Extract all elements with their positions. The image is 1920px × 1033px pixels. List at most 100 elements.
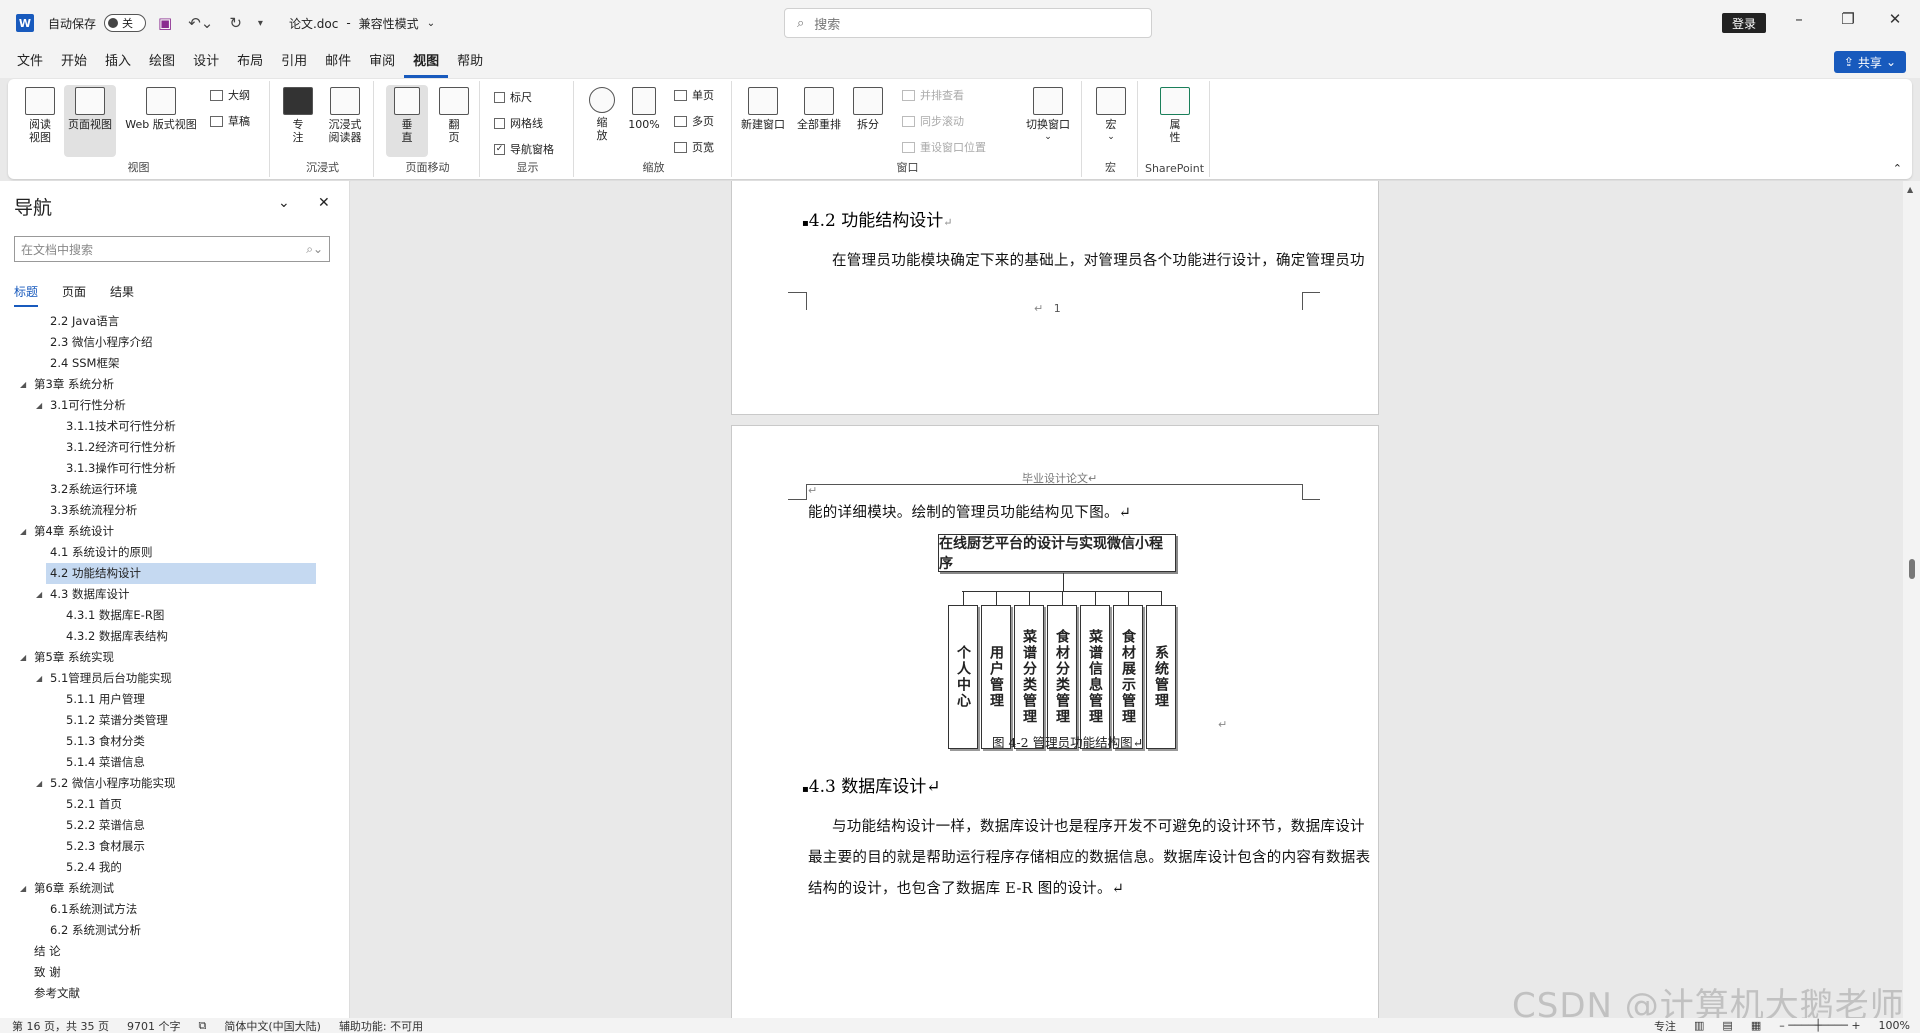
redo-icon[interactable]: ↻ [225,14,246,32]
split-button[interactable]: 拆分 [848,87,888,131]
vertical-button[interactable]: 垂 直 [386,85,428,157]
menu-home[interactable]: 开始 [52,46,96,78]
outline-item[interactable]: 6.2 系统测试分析 [10,920,330,941]
print-layout-status-icon[interactable]: ▤ [1722,1019,1732,1032]
new-window-button[interactable]: 新建窗口 [736,87,790,131]
close-icon[interactable]: ✕ [1880,10,1910,28]
outline-item[interactable]: ◢ 第4章 系统设计 [10,521,330,542]
menu-review[interactable]: 审阅 [360,46,404,78]
outline-item[interactable]: 5.2.3 食材展示 [10,836,330,857]
outline-item[interactable]: 3.3系统流程分析 [10,500,330,521]
outline-item[interactable]: ◢ 5.1管理员后台功能实现 [10,668,330,689]
switch-window-button[interactable]: 切换窗口 ⌄ [1020,87,1076,144]
zoom-100-button[interactable]: 100% [624,87,664,131]
arrange-all-button[interactable]: 全部重排 [792,87,846,131]
outline-item[interactable]: 4.2 功能结构设计 [46,563,316,584]
reset-position-button[interactable]: 重设窗口位置 [902,139,986,155]
zoom-button[interactable]: 缩 放 [584,87,620,142]
accessibility-status[interactable]: 辅助功能: 不可用 [339,1018,423,1033]
draft-button[interactable]: 草稿 [210,113,250,129]
language[interactable]: 简体中文(中国大陆) [224,1018,321,1033]
outline-item[interactable]: 5.2.4 我的 [10,857,330,878]
chevron-down-icon[interactable]: ⌄ [278,195,290,211]
outline-item[interactable]: 5.2.1 首页 [10,794,330,815]
read-mode-status-icon[interactable]: ▥ [1694,1019,1704,1032]
outline-button[interactable]: 大纲 [210,87,250,103]
menu-mailings[interactable]: 邮件 [316,46,360,78]
multi-page-button[interactable]: 多页 [674,113,714,129]
outline-item[interactable]: 4.1 系统设计的原则 [10,542,330,563]
tab-headings[interactable]: 标题 [14,283,39,307]
outline-item[interactable]: 6.1系统测试方法 [10,899,330,920]
outline-item[interactable]: 5.1.3 食材分类 [10,731,330,752]
minimize-icon[interactable]: – [1784,10,1814,28]
menu-draw[interactable]: 绘图 [140,46,184,78]
word-count[interactable]: 9701 个字 [127,1018,181,1033]
close-icon[interactable]: ✕ [318,195,330,211]
scroll-thumb[interactable] [1909,559,1915,579]
side-by-side-button[interactable]: 并排查看 [902,87,964,103]
outline-item[interactable]: 4.3.1 数据库E-R图 [10,605,330,626]
expand-arrow-icon[interactable]: ◢ [20,647,26,668]
expand-arrow-icon[interactable]: ◢ [36,584,42,605]
menu-design[interactable]: 设计 [184,46,228,78]
menu-references[interactable]: 引用 [272,46,316,78]
compat-mode[interactable]: 兼容性模式 [359,15,419,32]
outline-item[interactable]: 2.2 Java语言 [10,311,330,332]
outline-item[interactable]: 参考文献 [10,983,330,1004]
restore-icon[interactable]: ❐ [1833,10,1863,28]
web-layout-button[interactable]: Web 版式视图 [120,87,202,131]
menu-file[interactable]: 文件 [8,46,52,78]
side-to-side-button[interactable]: 翻 页 [434,87,474,144]
outline-item[interactable]: 2.3 微信小程序介绍 [10,332,330,353]
scroll-up-icon[interactable]: ▲ [1907,185,1913,194]
outline-item[interactable]: 4.3.2 数据库表结构 [10,626,330,647]
outline-item[interactable]: ◢ 4.3 数据库设计 [10,584,330,605]
web-layout-status-icon[interactable]: ▦ [1751,1019,1761,1032]
tab-pages[interactable]: 页面 [62,283,86,307]
expand-arrow-icon[interactable]: ◢ [20,521,26,542]
outline-item[interactable]: 致 谢 [10,962,330,983]
customize-icon[interactable]: ▾ [254,18,267,29]
tab-results[interactable]: 结果 [110,283,134,307]
outline-item[interactable]: ◢ 第6章 系统测试 [10,878,330,899]
zoom-slider[interactable]: – ────┼──── + [1779,1019,1860,1032]
undo-icon[interactable]: ↶⌄ [184,14,217,32]
chevron-down-icon[interactable]: ⌄ [427,18,435,29]
login-button[interactable]: 登录 [1722,13,1766,33]
search-icon[interactable]: ⌕⌄ [306,242,323,257]
outline-item[interactable]: 3.2系统运行环境 [10,479,330,500]
save-icon[interactable]: ▣ [154,14,176,32]
outline-item[interactable]: 5.1.4 菜谱信息 [10,752,330,773]
collapse-ribbon-icon[interactable]: ⌃ [1893,162,1902,175]
outline-item[interactable]: 2.4 SSM框架 [10,353,330,374]
expand-arrow-icon[interactable]: ◢ [36,395,42,416]
navpane-checkbox[interactable]: ✓ 导航窗格 [494,141,554,157]
immersive-reader-button[interactable]: 沉浸式 阅读器 [320,87,370,144]
zoom-level[interactable]: 100% [1879,1019,1910,1032]
outline-item[interactable]: 5.1.1 用户管理 [10,689,330,710]
outline-item[interactable]: 5.2.2 菜谱信息 [10,815,330,836]
expand-arrow-icon[interactable]: ◢ [36,668,42,689]
nav-search-input[interactable]: 在文档中搜索 ⌕⌄ [14,236,330,262]
page-count[interactable]: 第 16 页，共 35 页 [12,1018,109,1033]
expand-arrow-icon[interactable]: ◢ [36,773,42,794]
menu-help[interactable]: 帮助 [448,46,492,78]
outline-item[interactable]: 结 论 [10,941,330,962]
menu-insert[interactable]: 插入 [96,46,140,78]
vertical-scrollbar[interactable]: ▲ [1903,181,1920,1018]
menu-view[interactable]: 视图 [404,46,449,78]
outline-item[interactable]: 5.1.2 菜谱分类管理 [10,710,330,731]
outline-item[interactable]: 3.1.3操作可行性分析 [10,458,330,479]
outline-item[interactable]: ◢ 3.1可行性分析 [10,395,330,416]
menu-layout[interactable]: 布局 [228,46,272,78]
focus-status[interactable]: 专注 [1654,1018,1676,1033]
search-input[interactable]: ⌕ 搜索 [784,8,1152,38]
outline-item[interactable]: ◢ 第3章 系统分析 [10,374,330,395]
outline-item[interactable]: ◢ 第5章 系统实现 [10,647,330,668]
proofing-icon[interactable]: ⧉ [198,1019,206,1033]
expand-arrow-icon[interactable]: ◢ [20,878,26,899]
properties-button[interactable]: 属 性 [1156,87,1194,144]
outline-item[interactable]: 3.1.1技术可行性分析 [10,416,330,437]
document-page[interactable]: ▪4.2 功能结构设计↵ 在管理员功能模块确定下来的基础上，对管理员各个功能进行… [731,181,1379,415]
